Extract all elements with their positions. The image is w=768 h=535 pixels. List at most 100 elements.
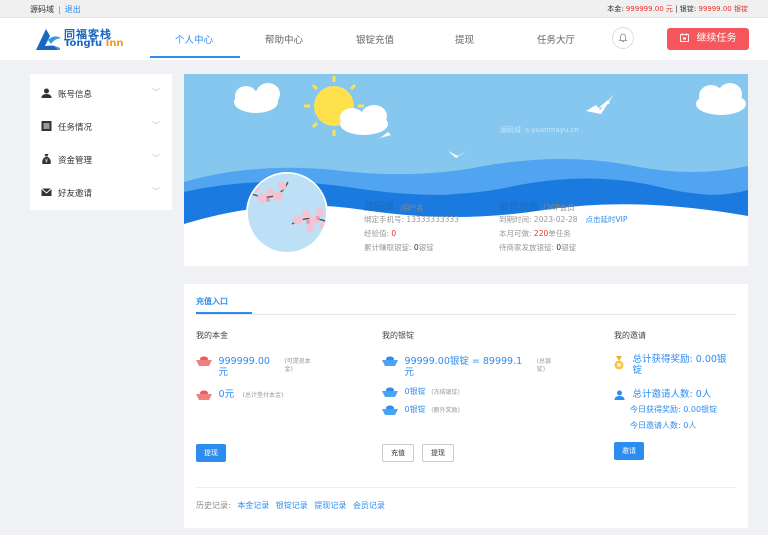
invite-title: 我的邀请 xyxy=(614,331,646,340)
site-name: 源码域 xyxy=(30,5,54,14)
continue-task-button[interactable]: 继续任务 xyxy=(667,28,749,50)
username-sub: /用户名 xyxy=(400,204,424,212)
vip-title: 会员状态 xyxy=(499,202,539,213)
balance-value: 999999.00 元 xyxy=(625,5,673,13)
phone-info: 绑定手机号: 13333333333 xyxy=(364,215,459,224)
nav-task-hall[interactable]: 任务大厅 xyxy=(537,32,575,46)
principal-pay-note: (总计垫付本金) xyxy=(242,392,284,399)
sidebar-item-funds[interactable]: ¥ 资金管理 ﹀ xyxy=(30,142,172,175)
invite-count-row: 总计邀请人数: 0人 xyxy=(614,386,711,400)
vip-sub: / VIP会员 xyxy=(543,203,575,212)
top-bar: 源码域 | 退出 本金: 999999.00 元 | 银锭: 99999.00 银锭 xyxy=(0,0,768,18)
logo-en: Tongfu Inn xyxy=(64,38,124,49)
ingot-extra-row: 0银锭 (额外奖励) xyxy=(382,404,460,415)
ingot-total-note: (总银锭) xyxy=(536,358,552,373)
ingot-extra-note: (额外奖励) xyxy=(431,407,460,414)
principal-title: 我的本金 xyxy=(196,331,228,340)
principal-amount: 999999.00 xyxy=(218,356,270,367)
nav-withdraw[interactable]: 提现 xyxy=(455,32,474,46)
ingot-label: 银锭: xyxy=(679,5,697,13)
ingot-withdraw-button[interactable]: 提现 xyxy=(422,444,454,462)
username: 源码域 xyxy=(364,202,394,213)
ingot-blue-icon xyxy=(382,405,398,415)
ingot-recharge-button[interactable]: 充值 xyxy=(382,444,414,462)
history-vip-link[interactable]: 会员记录 xyxy=(353,501,385,510)
invite-reward-row: 总计获得奖励: 0.00银 锭 xyxy=(614,354,726,376)
exp-info: 经验值: 0 xyxy=(364,229,397,238)
bell-icon[interactable] xyxy=(612,27,634,49)
chevron-down-icon: ﹀ xyxy=(152,187,160,196)
ingot-frozen: 0银锭 xyxy=(404,387,426,396)
ingot-blue-icon xyxy=(382,387,398,397)
sidebar-item-label: 账号信息 xyxy=(58,90,93,100)
ingot-value: 99999.00 银锭 xyxy=(698,5,748,13)
top-bar-balances: 本金: 999999.00 元 | 银锭: 99999.00 银锭 xyxy=(607,4,748,14)
ingot-total: 99999.00银锭 = 89999.1 xyxy=(404,356,523,367)
tab-recharge[interactable]: 充值入口 xyxy=(196,296,228,307)
invite-today-reward-row: 今日获得奖励: 0.00银锭 xyxy=(630,404,717,415)
recharge-panel: 充值入口 我的本金 999999.00 元 (可提现本金) 0元 (总计垫付本金… xyxy=(184,284,748,528)
logo-mark-icon xyxy=(36,29,61,50)
vip-expire-info: 到期时间: 2023-02-28 点击延时VIP xyxy=(499,215,628,224)
principal-amount-row: 999999.00 元 (可提现本金) xyxy=(196,356,318,378)
invite-today-count: 今日邀请人数: 0人 xyxy=(630,421,697,430)
principal-amount-note: (可提现本金) xyxy=(284,358,311,373)
sidebar-item-label: 好友邀请 xyxy=(58,189,93,199)
ingot-blue-icon xyxy=(382,356,398,366)
username-row: 源码域/用户名 xyxy=(364,198,423,213)
sidebar-item-label: 资金管理 xyxy=(58,156,93,166)
profile-banner: 源码域 ·s.yuanmayu.cn 源码域/用户名 绑定手机号: 133333… xyxy=(184,74,748,266)
principal-withdraw-button[interactable]: 提现 xyxy=(196,444,226,462)
vip-status-row: 会员状态 / VIP会员 xyxy=(499,198,575,213)
history-ingot-link[interactable]: 银锭记录 xyxy=(276,501,308,510)
ingot-red-icon xyxy=(196,356,212,366)
separator: | xyxy=(58,5,61,14)
ingot-frozen-row: 0银锭 (冻结银锭) xyxy=(382,386,460,397)
continue-task-label: 继续任务 xyxy=(696,33,737,44)
invite-today-count-row: 今日邀请人数: 0人 xyxy=(630,420,696,431)
ingot-red-icon xyxy=(196,390,212,400)
sidebar-item-account[interactable]: 账号信息 ﹀ xyxy=(30,76,172,109)
pending-ingot-info: 待商家发放银锭: 0银锭 xyxy=(499,243,577,252)
cherry-blossom-avatar-icon xyxy=(248,174,326,252)
chevron-down-icon: ﹀ xyxy=(152,88,160,97)
sidebar-item-invite[interactable]: 好友邀请 ﹀ xyxy=(30,175,172,208)
history-principal-link[interactable]: 本金记录 xyxy=(237,501,269,510)
nav-help-center[interactable]: 帮助中心 xyxy=(265,32,303,46)
calendar-icon xyxy=(679,33,689,42)
nav-ingot-recharge[interactable]: 银锭充值 xyxy=(356,32,394,46)
renew-vip-link[interactable]: 点击延时VIP xyxy=(586,215,628,224)
svg-text:¥: ¥ xyxy=(45,159,48,165)
watermark: 源码域 ·s.yuanmayu.cn xyxy=(500,126,579,134)
month-quota-info: 本月可做: 220单任务 xyxy=(499,229,571,238)
invite-total-count: 总计邀请人数: 0人 xyxy=(632,389,712,400)
earned-info: 累计赚取银锭: 0银锭 xyxy=(364,243,434,252)
principal-pay-amount: 0元 xyxy=(218,389,235,400)
money-bag-icon: ¥ xyxy=(42,154,51,165)
divider xyxy=(196,487,736,488)
header: 同福客栈 Tongfu Inn 个人中心 帮助中心 银锭充值 提现 任务大厅 继… xyxy=(0,18,768,60)
principal-pay-row: 0元 (总计垫付本金) xyxy=(196,386,283,400)
history-links: 历史记录: 本金记录 银锭记录 提现记录 会员记录 xyxy=(196,500,385,511)
separator: | xyxy=(675,5,678,13)
sidebar: 账号信息 ﹀ 任务情况 ﹀ ¥ 资金管理 ﹀ 好友邀请 ﹀ xyxy=(30,74,172,210)
list-icon xyxy=(41,121,52,131)
envelope-icon xyxy=(41,188,52,196)
history-withdraw-link[interactable]: 提现记录 xyxy=(314,501,346,510)
logout-link[interactable]: 退出 xyxy=(65,5,81,14)
sidebar-item-tasks[interactable]: 任务情况 ﹀ xyxy=(30,109,172,142)
logo[interactable]: 同福客栈 Tongfu Inn xyxy=(34,25,134,53)
user-icon xyxy=(41,88,52,98)
divider xyxy=(196,314,736,315)
balance-label: 本金: xyxy=(607,5,624,13)
nav-personal-center[interactable]: 个人中心 xyxy=(175,32,213,46)
invite-button[interactable]: 邀请 xyxy=(614,442,644,460)
invite-total-reward: 总计获得奖励: 0.00银 xyxy=(632,354,727,365)
nav-active-indicator xyxy=(150,56,240,58)
ingot-title: 我的银锭 xyxy=(382,331,414,340)
avatar[interactable] xyxy=(246,172,328,254)
invite-today-reward: 今日获得奖励: 0.00银锭 xyxy=(630,405,718,414)
chevron-down-icon: ﹀ xyxy=(152,154,160,163)
medal-icon xyxy=(614,356,624,370)
ingot-total-row: 99999.00银锭 = 89999.1 元 (总银锭) xyxy=(382,356,557,378)
